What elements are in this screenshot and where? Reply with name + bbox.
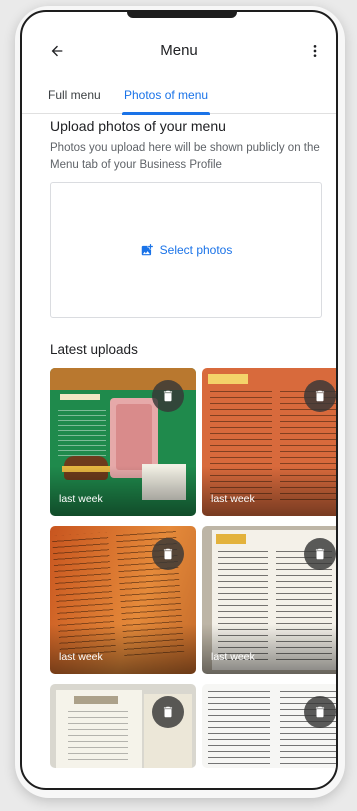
upload-time-label: last week [59,651,103,663]
delete-icon [163,706,173,718]
select-photos-label: Select photos [159,243,233,257]
tab-photos-of-menu[interactable]: Photos of menu [114,82,218,115]
latest-uploads-title: Latest uploads [50,342,138,357]
photo-dropzone[interactable]: Select photos [50,182,322,318]
delete-button[interactable] [152,696,184,728]
delete-button[interactable] [304,538,336,570]
label-gradient [50,466,196,516]
phone-screen: Menu Full menu Photos of menu Upload pho… [20,10,338,790]
upload-photo-tile[interactable] [202,684,336,768]
delete-button[interactable] [152,538,184,570]
delete-icon [315,548,325,560]
delete-icon [315,390,325,402]
device-notch [127,12,237,18]
upload-time-label: last week [211,651,255,663]
add-photo-icon [141,244,153,256]
delete-button[interactable] [152,380,184,412]
label-gradient [202,624,336,674]
upload-photo-tile[interactable]: last week [202,368,336,516]
page-title: Menu [160,42,198,59]
tab-full-menu[interactable]: Full menu [38,82,111,114]
upload-section-title: Upload photos of your menu [50,118,226,134]
delete-button[interactable] [304,380,336,412]
delete-icon [163,390,173,402]
delete-icon [163,548,173,560]
label-gradient [50,624,196,674]
upload-time-label: last week [211,493,255,505]
delete-icon [315,706,325,718]
select-photos-button[interactable]: Select photos [140,243,233,257]
more-options-button[interactable] [302,38,328,64]
upload-photo-tile[interactable]: last week [50,526,196,674]
upload-photo-tile[interactable] [50,684,196,768]
upload-photo-tile[interactable]: last week [202,526,336,674]
upload-time-label: last week [59,493,103,505]
tab-bar: Full menu Photos of menu [22,82,336,115]
upload-photo-tile[interactable]: last week [50,368,196,516]
label-gradient [202,466,336,516]
upload-description: Photos you upload here will be shown pub… [50,142,320,171]
more-vert-icon [313,45,317,57]
app-bar: Menu [22,34,336,70]
delete-button[interactable] [304,696,336,728]
